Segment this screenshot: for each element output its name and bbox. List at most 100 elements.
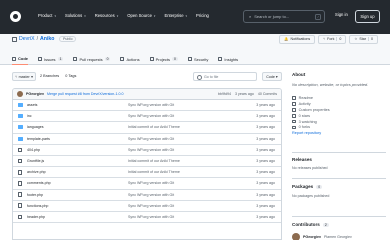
file-name-link[interactable]: functions.php (27, 204, 48, 208)
chevron-down-icon: ▾ (153, 13, 156, 18)
file-list: assets Sync WP.org version with Git 3 year… (13, 100, 281, 224)
releases-title[interactable]: Releases (292, 157, 312, 162)
star-button[interactable]: ☆ Star 0 (349, 34, 378, 44)
action-label: Star (359, 37, 366, 41)
repo-title: DevriX / Aniko Public (12, 36, 77, 42)
chevron-down-icon: ▾ (116, 13, 119, 18)
file-name-link[interactable]: inc (27, 114, 32, 118)
file-commit-message[interactable]: Initial commit of our Aniki Theme (128, 125, 180, 129)
file-name-link[interactable]: assets (27, 103, 37, 107)
about-item-label: 0 stars (298, 113, 310, 118)
contributors-title[interactable]: Contributors 2 (292, 222, 329, 227)
contributor-name[interactable]: PGeorgiev (303, 235, 321, 239)
table-row: header.php Sync WP.org version with Git 3 … (13, 212, 281, 224)
search-icon: ⌕ (249, 14, 252, 19)
file-commit-message[interactable]: Sync WP.org version with Git (128, 215, 174, 219)
about-item-3-watching[interactable]: 3 watching (292, 120, 330, 124)
sign-up-button[interactable]: Sign up (355, 10, 380, 23)
about-item-readme[interactable]: Readme (292, 96, 330, 100)
file-commit-message[interactable]: Sync WP.org version with Git (128, 204, 174, 208)
report-repository-link[interactable]: Report repository (292, 131, 330, 135)
file-name-link[interactable]: languages (27, 125, 44, 129)
tab-pull-requests[interactable]: Pull requests 0 (73, 53, 111, 65)
nav-item-product[interactable]: Product ▾ (38, 13, 56, 18)
tab-security[interactable]: Security (187, 53, 208, 65)
file-commit-message[interactable]: Initial commit of our Aniki Theme (128, 159, 180, 163)
nav-item-resources[interactable]: Resources ▾ (95, 13, 119, 18)
eye-icon (292, 119, 296, 124)
file-name-link[interactable]: archive.php (27, 170, 46, 174)
avatar[interactable] (17, 91, 23, 97)
file-name-link[interactable]: Gruntfile.js (27, 159, 44, 163)
contributors-count: 2 (322, 222, 329, 227)
commit-hash[interactable]: bb9fd94 (218, 92, 231, 96)
nav-item-enterprise[interactable]: Enterprise ▾ (164, 13, 187, 18)
commit-author[interactable]: PGeorgiev (26, 92, 44, 96)
file-commit-message[interactable]: Sync WP.org version with Git (128, 148, 174, 152)
tab-label: Issues (44, 56, 56, 62)
divider (292, 152, 386, 153)
security-icon (187, 57, 192, 61)
tags-link[interactable]: 0 Tags (65, 74, 76, 78)
file-commit-message[interactable]: Sync WP.org version with Git (128, 137, 174, 141)
branches-link[interactable]: 2 Branches (40, 74, 59, 78)
about-item-0-stars[interactable]: 0 stars (292, 114, 330, 118)
fork-button[interactable]: ⑂ Fork 0 (318, 34, 347, 44)
file-commit-message[interactable]: Initial commit of our Aniki Theme (128, 170, 180, 174)
nav-item-solutions[interactable]: Solutions ▾ (65, 13, 86, 18)
tab-code[interactable]: Code (12, 53, 28, 65)
tab-issues[interactable]: Issues 1 (38, 53, 64, 65)
search-input[interactable]: ⌕ Search or jump to... / (243, 10, 325, 23)
file-name-link[interactable]: header.php (27, 215, 45, 219)
nav-menu: Product ▾ Solutions ▾ Resources ▾ Open Source ▾… (38, 13, 209, 18)
about-title: About (292, 72, 306, 77)
file-icon (18, 147, 22, 153)
about-item-custom-properties[interactable]: Custom properties (292, 108, 330, 112)
chevron-down-icon: ▾ (54, 13, 56, 18)
contributor-item[interactable]: PGeorgiev Plamen Georgiev (292, 233, 352, 240)
chevron-down-icon: ▾ (84, 13, 86, 18)
file-name-link[interactable]: footer.php (27, 193, 43, 197)
sign-in-link[interactable]: Sign in (335, 12, 348, 17)
go-to-file-input[interactable]: Go to file (193, 72, 257, 81)
tab-actions[interactable]: Actions (120, 53, 140, 65)
packages-title[interactable]: Packages 0 (292, 184, 323, 189)
notifications-button[interactable]: 🔔 Notifications (279, 34, 316, 44)
tab-label: Pull requests (79, 56, 103, 62)
tab-projects[interactable]: Projects 0 (149, 53, 178, 65)
nav-item-pricing[interactable]: Pricing (196, 13, 209, 18)
about-section: About (292, 72, 386, 77)
file-name-link[interactable]: 404.php (27, 148, 40, 152)
file-age: 3 years ago (256, 214, 275, 219)
code-button[interactable]: Code ▾ (262, 72, 282, 81)
file-commit-message[interactable]: Sync WP.org version with Git (128, 103, 174, 107)
file-icon (18, 169, 22, 175)
packages-count: 0 (316, 184, 323, 189)
repo-owner-link[interactable]: DevriX (19, 36, 35, 42)
file-name-link[interactable]: template-parts (27, 137, 50, 141)
file-age: 3 years ago (256, 159, 275, 164)
projects-icon (149, 57, 154, 61)
folder-icon (18, 136, 23, 141)
nav-item-open-source[interactable]: Open Source ▾ (127, 13, 155, 18)
file-commit-message[interactable]: Sync WP.org version with Git (128, 114, 174, 118)
commit-count-link[interactable]: 40 Commits (258, 92, 277, 96)
chevron-down-icon: ▾ (31, 74, 33, 79)
repo-name-link[interactable]: Aniko (40, 36, 54, 42)
file-age: 3 years ago (256, 192, 275, 197)
file-icon (18, 192, 22, 197)
action-label: Notifications (290, 37, 311, 41)
avatar[interactable] (292, 233, 300, 240)
code-icon (12, 56, 16, 61)
commit-message[interactable]: Merge pull request #8 from DevriX/versio… (47, 92, 124, 96)
file-name-link[interactable]: comments.php (27, 181, 51, 185)
branch-select-button[interactable]: ⑂ master ▾ (12, 72, 36, 81)
file-commit-message[interactable]: Sync WP.org version with Git (128, 181, 174, 185)
about-item-activity[interactable]: Activity (292, 102, 330, 106)
about-item-0-forks[interactable]: 0 forks (292, 125, 330, 129)
table-row: 404.php Sync WP.org version with Git 3 yea… (13, 145, 281, 156)
tab-insights[interactable]: Insights (218, 53, 238, 65)
file-commit-message[interactable]: Sync WP.org version with Git (128, 193, 174, 197)
nav-item-label: Resources (94, 13, 115, 18)
github-logo-icon[interactable] (10, 11, 21, 22)
